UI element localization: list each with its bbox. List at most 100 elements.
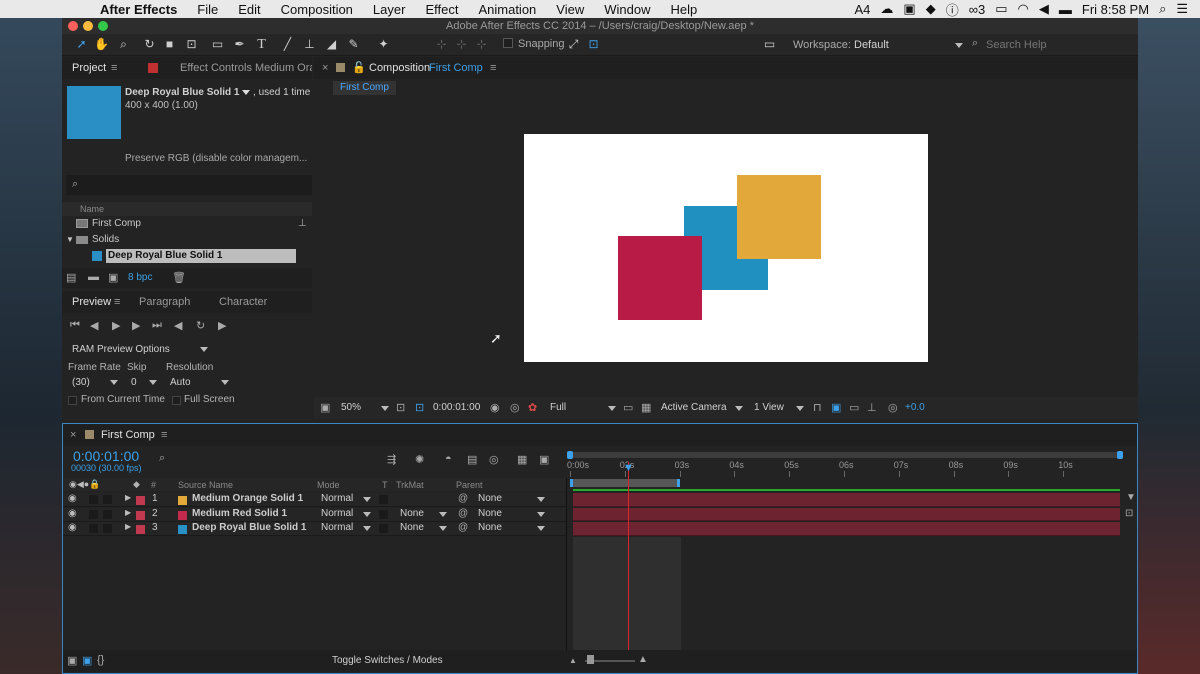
- layer-parent-dropdown-icon[interactable]: [537, 526, 545, 531]
- view-layout-dropdown-icon[interactable]: [796, 406, 804, 411]
- column-mode-header[interactable]: Mode: [317, 480, 340, 490]
- menu-app-name[interactable]: After Effects: [100, 2, 177, 17]
- ram-preview-icon[interactable]: ▶: [218, 319, 226, 332]
- tab-project[interactable]: Project: [72, 57, 106, 79]
- close-window-button[interactable]: [68, 21, 78, 31]
- layer-source-name[interactable]: Medium Red Solid 1: [192, 508, 287, 519]
- layer-trkmat-select[interactable]: None: [400, 522, 424, 533]
- layer-solo-toggle[interactable]: [103, 509, 112, 519]
- frame-blending-icon[interactable]: ▤: [467, 453, 477, 466]
- interpret-footage-icon[interactable]: ▤: [66, 271, 76, 284]
- video-icon[interactable]: ▣: [903, 1, 915, 17]
- menu-file[interactable]: File: [197, 2, 218, 17]
- layer-label-color[interactable]: [136, 496, 145, 505]
- wifi-icon[interactable]: ◠: [1018, 1, 1029, 17]
- workspace-select[interactable]: Default: [854, 39, 889, 51]
- resolution-dropdown-icon[interactable]: [608, 406, 616, 411]
- work-area-bar[interactable]: [570, 479, 680, 487]
- exposure-value[interactable]: +0.0: [905, 402, 925, 413]
- menu-animation[interactable]: Animation: [478, 2, 536, 17]
- composition-panel-menu-icon[interactable]: ≡: [490, 57, 496, 79]
- layer-audio-toggle[interactable]: [89, 495, 98, 504]
- first-frame-icon[interactable]: ⏮: [70, 319, 80, 332]
- comp-marker-bin-icon[interactable]: ▼: [1126, 492, 1136, 503]
- clock[interactable]: Fri 8:58 PM: [1082, 2, 1149, 17]
- resolution-select[interactable]: Full: [550, 402, 566, 413]
- cloud-icon[interactable]: ☁: [880, 1, 893, 17]
- reset-exposure-icon[interactable]: ◎: [888, 401, 898, 414]
- fast-previews-icon[interactable]: ▣: [831, 401, 841, 414]
- puppet-pin-tool-icon[interactable]: ✦: [376, 37, 391, 52]
- project-item-first-comp[interactable]: First Comp ⊥: [62, 217, 312, 231]
- menu-composition[interactable]: Composition: [281, 2, 353, 17]
- layer-audio-toggle[interactable]: [89, 524, 98, 533]
- resolution-select[interactable]: Auto: [170, 377, 191, 388]
- magnification-select[interactable]: 50%: [341, 402, 361, 413]
- skip-select[interactable]: 0: [131, 377, 137, 388]
- rotation-tool-icon[interactable]: ↻: [142, 37, 157, 52]
- in-out-pane-icon[interactable]: {}: [97, 654, 104, 666]
- item-usage-dropdown-icon[interactable]: [242, 89, 251, 95]
- layer-parent-dropdown-icon[interactable]: [537, 511, 545, 517]
- layer-visibility-icon[interactable]: ◉: [68, 493, 77, 504]
- layer-audio-toggle[interactable]: [89, 509, 98, 519]
- navigator-end-handle[interactable]: [1117, 451, 1123, 459]
- play-icon[interactable]: ▶: [112, 319, 120, 332]
- preserve-transparency-toggle[interactable]: [379, 495, 388, 504]
- project-search-field[interactable]: ⌕: [66, 175, 312, 195]
- view-axis-icon[interactable]: ⊹: [474, 37, 489, 52]
- preview-panel-menu-icon[interactable]: ≡: [114, 291, 120, 313]
- time-ruler[interactable]: 0:00s02s03s04s05s06s07s08s09s10s: [567, 460, 1126, 478]
- roto-brush-tool-icon[interactable]: ✎: [346, 37, 361, 52]
- zoom-slider-handle[interactable]: [587, 655, 594, 664]
- last-frame-icon[interactable]: ⏭: [152, 319, 162, 332]
- battery-icon[interactable]: ▬: [1059, 2, 1072, 17]
- tab-preview[interactable]: Preview: [72, 291, 111, 313]
- menu-layer[interactable]: Layer: [373, 2, 406, 17]
- timeline-tab-name[interactable]: First Comp: [101, 424, 155, 446]
- layer-source-name[interactable]: Deep Royal Blue Solid 1: [192, 522, 306, 533]
- rectangle-tool-icon[interactable]: ▭: [210, 37, 225, 52]
- channel-icon[interactable]: ✿: [528, 401, 537, 414]
- pick-whip-icon[interactable]: @: [458, 522, 468, 533]
- flowchart-view-icon[interactable]: ⊥: [867, 401, 877, 414]
- column-parent-header[interactable]: Parent: [456, 480, 483, 490]
- layer-expand-icon[interactable]: ▶: [125, 522, 131, 531]
- tab-paragraph[interactable]: Paragraph: [139, 291, 190, 313]
- previous-frame-icon[interactable]: ◀: [90, 319, 98, 332]
- adobe-icon[interactable]: A4: [855, 2, 871, 17]
- layer-mode-select[interactable]: Normal: [321, 493, 353, 504]
- snapshot-icon[interactable]: ◉: [490, 401, 500, 414]
- menu-view[interactable]: View: [556, 2, 584, 17]
- mask-visibility-icon[interactable]: ⊡: [415, 401, 424, 414]
- hand-tool-icon[interactable]: ✋: [94, 37, 109, 52]
- camera-tool-icon[interactable]: ■: [162, 37, 177, 52]
- comp-navigator-tab[interactable]: First Comp: [333, 81, 396, 95]
- next-frame-icon[interactable]: ▶: [132, 319, 140, 332]
- close-timeline-tab-icon[interactable]: ×: [70, 424, 76, 446]
- menu-help[interactable]: Help: [670, 2, 697, 17]
- menu-effect[interactable]: Effect: [425, 2, 458, 17]
- tab-character[interactable]: Character: [219, 291, 267, 313]
- layer-visibility-icon[interactable]: ◉: [68, 522, 77, 533]
- tab-effect-controls[interactable]: Effect Controls Medium Orang: [180, 57, 312, 79]
- composition-tab-name[interactable]: First Comp: [429, 57, 483, 79]
- solid-layer-orange[interactable]: [737, 175, 821, 259]
- camera-dropdown-icon[interactable]: [735, 406, 743, 411]
- project-item-selected[interactable]: Deep Royal Blue Solid 1: [92, 249, 296, 263]
- graph-editor-icon[interactable]: ▦: [517, 453, 527, 466]
- ram-preview-options[interactable]: RAM Preview Options: [72, 344, 170, 355]
- brush-tool-icon[interactable]: ╱: [280, 37, 295, 52]
- pen-tool-icon[interactable]: ✒: [232, 37, 247, 52]
- snapping-checkbox[interactable]: [503, 38, 513, 48]
- eraser-tool-icon[interactable]: ◢: [324, 37, 339, 52]
- search-help-input[interactable]: [986, 37, 1126, 52]
- selection-tool-icon[interactable]: ➚: [74, 37, 89, 52]
- layer-duration-bar[interactable]: [573, 493, 1120, 507]
- column-source-header[interactable]: Source Name: [178, 480, 233, 490]
- project-panel-menu-icon[interactable]: ≡: [111, 57, 117, 79]
- layer-solo-toggle[interactable]: [103, 495, 112, 504]
- zoom-out-icon[interactable]: ▲: [569, 656, 577, 665]
- info-icon[interactable]: ⓘ: [946, 0, 959, 19]
- layer-mode-dropdown-icon[interactable]: [363, 526, 371, 531]
